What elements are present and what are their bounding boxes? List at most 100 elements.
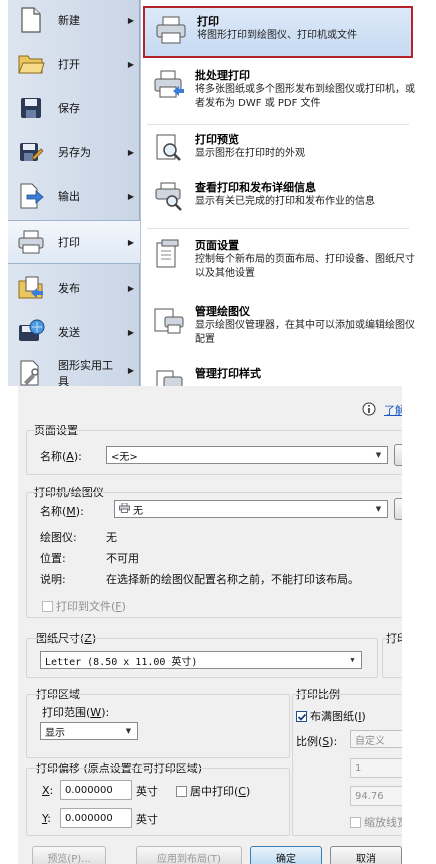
plotter-label: 绘图仪: (40, 531, 77, 544)
checkbox-box (176, 786, 187, 797)
location-value: 不可用 (106, 552, 139, 565)
drawing-utilities-icon (16, 358, 46, 386)
submenu-item-plot-style-manager[interactable]: 管理打印样式 (143, 360, 413, 386)
scale-value1-input[interactable]: 1 (350, 758, 402, 778)
checkmark-icon (296, 711, 307, 722)
checkbox-box (350, 817, 361, 828)
chevron-down-icon: ▼ (350, 656, 355, 664)
submenu-arrow-icon: ▶ (127, 59, 134, 69)
save-icon (16, 93, 46, 123)
menu-item-drawing-utilities[interactable]: 图形实用工具 ▶ (8, 354, 140, 386)
submenu-arrow-icon: ▶ (127, 147, 134, 157)
offset-x-unit: 英寸 (136, 785, 158, 798)
offset-x-input[interactable]: 0.000000 (60, 780, 132, 800)
menu-item-label: 发送 (58, 326, 80, 339)
menu-left-pane: 新建 ▶ 打开 ▶ 保存 另存为 ▶ 输出 ▶ 打印 ▶ 发布 ▶ 发送 ▶ 图… (8, 0, 140, 386)
page-setup-icon (151, 239, 187, 275)
scale-lineweights-checkbox[interactable]: 缩放线宽 (350, 814, 402, 830)
printer-small-icon (119, 502, 130, 516)
submenu-item-title: 打印预览 (195, 133, 239, 146)
menu-item-label: 另存为 (58, 146, 91, 159)
submenu-arrow-icon: ▶ (127, 283, 134, 293)
menu-item-label: 发布 (58, 282, 80, 295)
help-icon[interactable] (362, 402, 376, 419)
offset-y-unit: 英寸 (136, 813, 158, 826)
submenu-item-title: 打印 (197, 15, 219, 28)
submenu-item-desc: 显示绘图仪管理器，在其中可以添加或编辑绘图仪配置 (195, 320, 415, 345)
submenu-item-plot[interactable]: 打印 将图形打印到绘图仪、打印机或文件 (143, 6, 413, 58)
submenu-arrow-icon: ▶ (127, 15, 134, 25)
scale-value2-input[interactable]: 94.76 (350, 786, 402, 806)
submenu-arrow-icon: ▶ (127, 366, 134, 375)
menu-item-label: 输出 (58, 190, 80, 203)
plotter-manager-icon (151, 305, 187, 341)
submenu-item-desc: 显示图形在打印时的外观 (195, 148, 305, 159)
chevron-down-icon: ▼ (375, 505, 382, 513)
menu-item-export[interactable]: 输出 ▶ (8, 174, 140, 218)
export-icon (16, 181, 46, 211)
plot-preview-icon (151, 133, 187, 169)
folder-icon (16, 49, 46, 79)
submenu-item-plot-preview[interactable]: 打印预览 显示图形在打印时的外观 (143, 126, 413, 170)
menu-item-open[interactable]: 打开 ▶ (8, 42, 140, 86)
scale-label: 比例(S): (296, 735, 338, 748)
submenu-arrow-icon: ▶ (127, 237, 134, 247)
menu-item-publish[interactable]: 发布 ▶ (8, 266, 140, 310)
scale-select[interactable]: 自定义 (350, 730, 402, 748)
help-link[interactable]: 了解 (384, 402, 402, 418)
apply-to-layout-button[interactable]: 应用到布局(T) (136, 846, 242, 864)
menu-item-label: 打开 (58, 58, 80, 71)
cancel-button[interactable]: 取消 (330, 846, 402, 864)
menu-item-save-as[interactable]: 另存为 ▶ (8, 130, 140, 174)
save-as-icon (16, 137, 46, 167)
menu-separator (147, 228, 409, 229)
center-plot-checkbox[interactable]: 居中打印(C) (176, 783, 250, 799)
offset-x-label: X: (42, 784, 54, 797)
page-setup-add-button[interactable] (394, 444, 402, 466)
plot-dialog: 了解 页面设置 名称(A): <无> ▼ 打印机/绘图仪 名称(M): 无 ▼ … (18, 386, 402, 864)
location-label: 位置: (40, 552, 66, 565)
plot-to-file-checkbox[interactable]: 打印到文件(F) (42, 598, 126, 614)
send-icon (16, 317, 46, 347)
offset-y-input[interactable]: 0.000000 (60, 808, 132, 828)
plot-range-select[interactable]: 显示 ▼ (40, 722, 138, 740)
menu-item-plot[interactable]: 打印 ▶ (8, 220, 140, 264)
submenu-item-desc: 控制每个新布局的页面布局、打印设备、图纸尺寸以及其他设置 (195, 254, 415, 279)
submenu-item-page-setup[interactable]: 页面设置 控制每个新布局的页面布局、打印设备、图纸尺寸以及其他设置 (143, 232, 415, 290)
menu-item-send[interactable]: 发送 ▶ (8, 310, 140, 354)
plot-details-icon (151, 181, 187, 217)
description-label: 说明: (40, 573, 66, 586)
printer-name-select[interactable]: 无 ▼ (114, 500, 388, 518)
chevron-down-icon: ▼ (125, 727, 132, 735)
offset-y-label: Y: (42, 812, 51, 825)
application-menu: 新建 ▶ 打开 ▶ 保存 另存为 ▶ 输出 ▶ 打印 ▶ 发布 ▶ 发送 ▶ 图… (0, 0, 420, 386)
submenu-arrow-icon: ▶ (127, 327, 134, 337)
ok-button[interactable]: 确定 (250, 846, 322, 864)
submenu-item-plotter-manager[interactable]: 管理绘图仪 显示绘图仪管理器，在其中可以添加或编辑绘图仪配置 (143, 298, 415, 356)
submenu-item-title: 页面设置 (195, 239, 239, 252)
page-setup-name-label: 名称(A): (40, 450, 82, 463)
submenu-item-batch-plot[interactable]: 批处理打印 将多张图纸或多个图形发布到绘图仪或打印机，或者发布为 DWF 或 P… (143, 62, 415, 122)
printer-properties-button[interactable] (394, 498, 402, 520)
printer-icon (16, 227, 46, 257)
menu-item-new[interactable]: 新建 ▶ (8, 0, 140, 42)
submenu-item-title: 管理打印样式 (195, 367, 261, 380)
menu-separator (147, 124, 409, 125)
publish-icon (16, 273, 46, 303)
menu-item-save[interactable]: 保存 (8, 86, 140, 130)
submenu-item-desc: 将图形打印到绘图仪、打印机或文件 (197, 30, 357, 41)
submenu-item-desc: 显示有关已完成的打印和发布作业的信息 (195, 196, 375, 207)
paper-size-select[interactable]: Letter (8.50 x 11.00 英寸) ▼ (40, 651, 362, 669)
menu-right-pane: 打印 将图形打印到绘图仪、打印机或文件 批处理打印 将多张图纸或多个图形发布到绘… (140, 0, 415, 386)
preview-button[interactable]: 预览(P)... (32, 846, 106, 864)
description-value: 在选择新的绘图仪配置名称之前，不能打印该布局。 (106, 573, 359, 586)
menu-item-label: 保存 (58, 102, 80, 115)
submenu-item-title: 查看打印和发布详细信息 (195, 181, 316, 194)
submenu-item-desc: 将多张图纸或多个图形发布到绘图仪或打印机，或者发布为 DWF 或 PDF 文件 (195, 84, 415, 109)
plot-style-icon (151, 367, 187, 386)
fit-to-paper-checkbox[interactable]: 布满图纸(I) (296, 708, 366, 724)
submenu-item-plot-details[interactable]: 查看打印和发布详细信息 显示有关已完成的打印和发布作业的信息 (143, 174, 413, 218)
copies-group (382, 638, 402, 678)
printer-icon (153, 15, 189, 51)
page-setup-name-select[interactable]: <无> ▼ (106, 446, 388, 464)
